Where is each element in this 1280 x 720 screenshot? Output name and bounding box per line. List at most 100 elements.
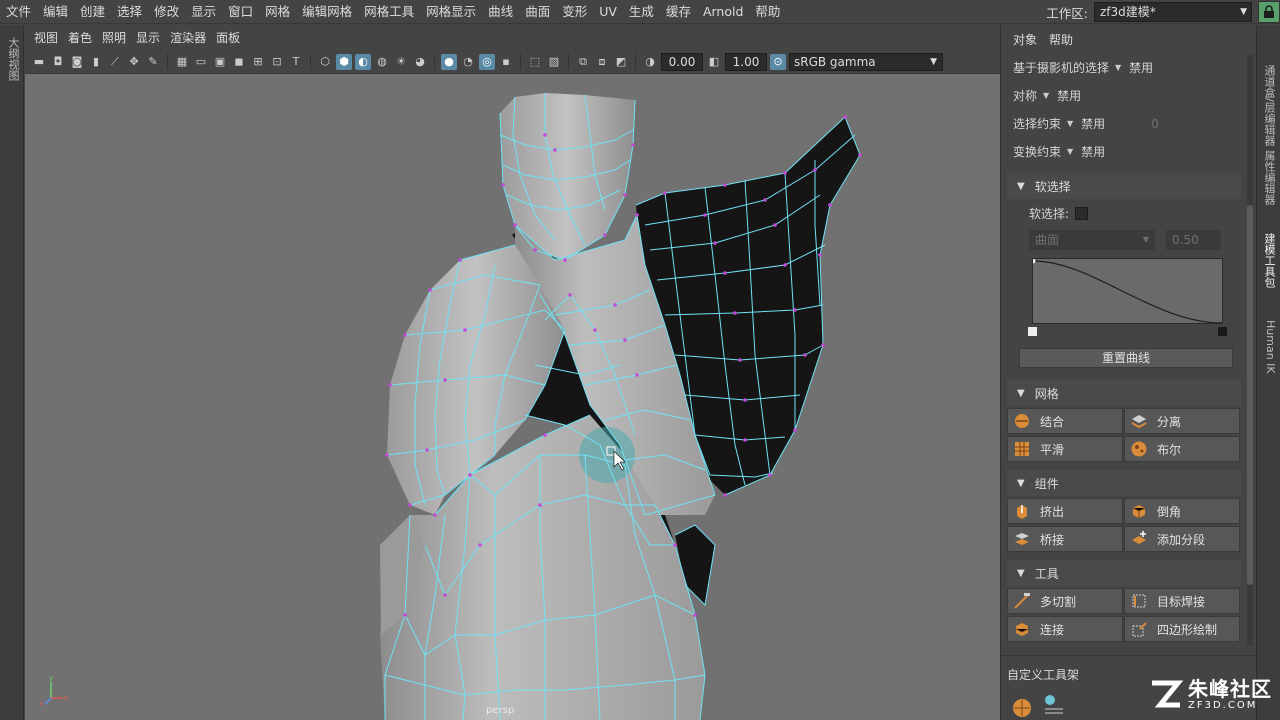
curve-start-key[interactable] bbox=[1028, 327, 1037, 336]
safe-title-icon[interactable]: T bbox=[288, 54, 304, 70]
exposure-field[interactable]: 0.00 bbox=[661, 52, 703, 71]
xray-joints-icon[interactable]: ◔ bbox=[460, 54, 476, 70]
transform-constraint-row[interactable]: 变换约束 ▼ 禁用 bbox=[1013, 143, 1105, 160]
falloff-curve-graph[interactable] bbox=[1030, 258, 1223, 324]
shelf-tool-icon[interactable] bbox=[1011, 697, 1033, 720]
view-transform-dropdown[interactable]: sRGB gamma ▼ bbox=[789, 52, 943, 71]
soft-select-checkbox[interactable] bbox=[1075, 207, 1089, 220]
viewport-menu-panels[interactable]: 面板 bbox=[211, 29, 245, 46]
gamma-field[interactable]: 1.00 bbox=[725, 52, 767, 71]
color-management-icon[interactable]: ⊙ bbox=[770, 53, 786, 70]
grease-pencil-icon[interactable]: ✎ bbox=[145, 54, 161, 70]
soft-select-section-header[interactable]: ▼ 软选择 bbox=[1007, 173, 1241, 199]
gate-mask-icon[interactable]: ◼ bbox=[231, 54, 247, 70]
falloff-mode-dropdown[interactable]: 曲面 ▼ bbox=[1029, 230, 1155, 250]
grid-icon[interactable]: ▦ bbox=[174, 54, 190, 70]
menu-generate[interactable]: 生成 bbox=[623, 1, 660, 23]
wireframe-icon[interactable]: ⬡ bbox=[317, 54, 333, 70]
select-constraint-row[interactable]: 选择约束 ▼ 禁用 0 bbox=[1013, 115, 1159, 132]
boolean-button[interactable]: 布尔 bbox=[1124, 436, 1240, 462]
reset-curve-button[interactable]: 重置曲线 bbox=[1019, 348, 1233, 368]
scrollbar-thumb[interactable] bbox=[1247, 205, 1253, 585]
menu-surfaces[interactable]: 曲面 bbox=[519, 1, 556, 23]
camera-lock-icon[interactable]: ◘ bbox=[50, 54, 66, 70]
use-all-lights-icon[interactable]: ☀ bbox=[393, 54, 409, 70]
camera-attributes-icon[interactable]: ◙ bbox=[69, 54, 85, 70]
smooth-button[interactable]: 平滑 bbox=[1007, 436, 1123, 462]
menu-display[interactable]: 显示 bbox=[185, 1, 222, 23]
textured-icon[interactable]: ◍ bbox=[374, 54, 390, 70]
add-divisions-button[interactable]: 添加分段 bbox=[1124, 526, 1240, 552]
menu-mesh-tools[interactable]: 网格工具 bbox=[358, 1, 420, 23]
smooth-shade-icon[interactable]: ⬢ bbox=[336, 53, 352, 70]
gamma-icon[interactable]: ◧ bbox=[706, 54, 722, 70]
menu-curves[interactable]: 曲线 bbox=[482, 1, 519, 23]
bookmark-icon[interactable]: ▮ bbox=[88, 54, 104, 70]
menu-edit[interactable]: 编辑 bbox=[37, 1, 74, 23]
viewport-menu-shading[interactable]: 着色 bbox=[63, 29, 97, 46]
lock-icon[interactable] bbox=[1258, 1, 1280, 23]
mesh-section-header[interactable]: ▼ 网格 bbox=[1007, 380, 1241, 406]
isolate-select-icon[interactable]: ▪ bbox=[498, 54, 514, 70]
two-d-pan-icon[interactable]: ✥ bbox=[126, 54, 142, 70]
attribute-editor-tab[interactable]: 属性编辑器 bbox=[1261, 150, 1277, 205]
menu-arnold[interactable]: Arnold bbox=[697, 1, 749, 23]
extrude-button[interactable]: 挤出 bbox=[1007, 498, 1123, 524]
shelf-tool-icon[interactable] bbox=[1041, 693, 1067, 720]
outliner-tab[interactable]: 大纲视图 bbox=[3, 37, 21, 81]
film-gate-icon[interactable]: ▭ bbox=[193, 54, 209, 70]
xray-icon[interactable]: ● bbox=[441, 53, 457, 70]
safe-action-icon[interactable]: ⊡ bbox=[269, 54, 285, 70]
screen-space-ao-icon[interactable]: ⬚ bbox=[527, 54, 543, 70]
shadows-icon[interactable]: ◕ bbox=[412, 54, 428, 70]
components-section-header[interactable]: ▼ 组件 bbox=[1007, 470, 1241, 496]
menu-create[interactable]: 创建 bbox=[74, 1, 111, 23]
wireframe-on-shaded-icon[interactable]: ◐ bbox=[355, 53, 371, 70]
falloff-radius-field[interactable]: 0.50 bbox=[1166, 230, 1221, 250]
viewport-menu-renderer[interactable]: 渲染器 bbox=[165, 29, 211, 46]
menu-edit-mesh[interactable]: 编辑网格 bbox=[296, 1, 358, 23]
motion-blur-icon[interactable]: ▧ bbox=[546, 54, 562, 70]
viewport-menu-lighting[interactable]: 照明 bbox=[97, 29, 131, 46]
exposure-icon[interactable]: ◑ bbox=[642, 54, 658, 70]
menu-cache[interactable]: 缓存 bbox=[660, 1, 697, 23]
image-plane-icon[interactable]: ⟋ bbox=[107, 54, 123, 70]
target-weld-button[interactable]: 目标焊接 bbox=[1124, 588, 1240, 614]
viewport-menu-view[interactable]: 视图 bbox=[29, 29, 63, 46]
camera-based-selection-row[interactable]: 基于摄影机的选择 ▼ 禁用 bbox=[1013, 59, 1153, 76]
tools-section-header[interactable]: ▼ 工具 bbox=[1007, 560, 1241, 586]
multi-cut-button[interactable]: 多切割 bbox=[1007, 588, 1123, 614]
connect-button[interactable]: 连接 bbox=[1007, 616, 1123, 642]
menu-uv[interactable]: UV bbox=[593, 1, 623, 23]
menu-mesh-display[interactable]: 网格显示 bbox=[420, 1, 482, 23]
viewport-menu-show[interactable]: 显示 bbox=[131, 29, 165, 46]
menu-select[interactable]: 选择 bbox=[111, 1, 148, 23]
bridge-button[interactable]: 桥接 bbox=[1007, 526, 1123, 552]
human-ik-tab[interactable]: Human IK bbox=[1261, 320, 1277, 374]
combine-button[interactable]: 结合 bbox=[1007, 408, 1123, 434]
separate-button[interactable]: 分离 bbox=[1124, 408, 1240, 434]
multisample-icon[interactable]: ⧉ bbox=[575, 54, 591, 70]
resolution-gate-icon[interactable]: ▣ bbox=[212, 54, 228, 70]
toolkit-menu-help[interactable]: 帮助 bbox=[1043, 31, 1079, 48]
channel-box-tab[interactable]: 通道盒/层编辑器 bbox=[1261, 65, 1277, 146]
ssao-icon[interactable]: ◩ bbox=[613, 54, 629, 70]
menu-deform[interactable]: 变形 bbox=[556, 1, 593, 23]
camera-select-icon[interactable]: ▬ bbox=[31, 54, 47, 70]
toolkit-scrollbar[interactable] bbox=[1247, 55, 1253, 645]
curve-end-key[interactable] bbox=[1218, 327, 1227, 336]
menu-help[interactable]: 帮助 bbox=[749, 1, 786, 23]
symmetry-row[interactable]: 对称 ▼ 禁用 bbox=[1013, 87, 1081, 104]
toolkit-menu-object[interactable]: 对象 bbox=[1007, 31, 1043, 48]
menu-modify[interactable]: 修改 bbox=[148, 1, 185, 23]
viewport-scene[interactable] bbox=[25, 75, 1000, 720]
menu-file[interactable]: 文件 bbox=[0, 1, 37, 23]
modeling-toolkit-tab[interactable]: 建模工具包 bbox=[1261, 233, 1277, 288]
xray-components-icon[interactable]: ◎ bbox=[479, 53, 495, 70]
workspace-dropdown[interactable]: zf3d建模* ▼ bbox=[1094, 2, 1252, 22]
quad-draw-button[interactable]: 四边形绘制 bbox=[1124, 616, 1240, 642]
menu-mesh[interactable]: 网格 bbox=[259, 1, 296, 23]
field-chart-icon[interactable]: ⊞ bbox=[250, 54, 266, 70]
bevel-button[interactable]: 倒角 bbox=[1124, 498, 1240, 524]
depth-of-field-icon[interactable]: ⧈ bbox=[594, 54, 610, 70]
